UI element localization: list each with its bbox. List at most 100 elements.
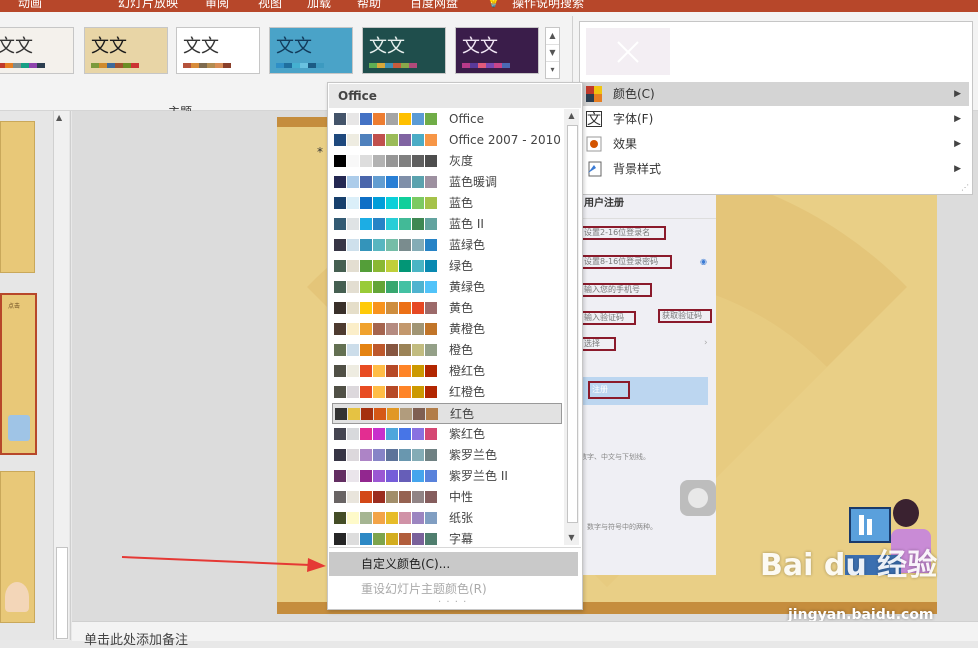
menu-item-colors[interactable]: 颜色(C) ▶ xyxy=(581,82,969,106)
color-scheme-item[interactable]: 蓝色 xyxy=(332,193,562,214)
color-swatches xyxy=(335,408,439,420)
scroll-thumb[interactable] xyxy=(567,125,578,523)
font-icon: 文 xyxy=(586,111,602,128)
color-scheme-item[interactable]: 黄绿色 xyxy=(332,277,562,298)
color-scheme-item[interactable]: 纸张 xyxy=(332,508,562,529)
color-palette-icon xyxy=(586,86,602,102)
color-scheme-label: 紫红色 xyxy=(449,427,486,441)
colors-menu-scrollbar[interactable]: ▲ ▼ xyxy=(564,109,579,545)
color-swatches xyxy=(334,365,438,377)
color-scheme-label: 橙红色 xyxy=(449,364,486,378)
baidu-watermark: Bai du 经验 xyxy=(760,548,938,583)
menu-item-label: 字体(F) xyxy=(613,112,654,126)
theme-thumbnail[interactable]: 文文 xyxy=(269,27,353,74)
color-scheme-item[interactable]: Office 2007 - 2010 xyxy=(332,130,562,151)
gallery-up-icon[interactable]: ▲ xyxy=(546,28,559,45)
notes-pane[interactable]: 单击此处添加备注 xyxy=(72,621,978,648)
password-field[interactable]: 设置8-16位登录密码 xyxy=(580,255,672,269)
color-scheme-item[interactable]: 黄橙色 xyxy=(332,319,562,340)
color-swatches xyxy=(334,197,438,209)
verification-code-field[interactable]: 输入验证码 xyxy=(580,311,636,325)
color-scheme-label: 蓝色暖调 xyxy=(449,175,498,189)
color-scheme-label: 黄色 xyxy=(449,301,474,315)
color-scheme-item[interactable]: 中性 xyxy=(332,487,562,508)
color-scheme-label: 橙色 xyxy=(449,343,474,357)
slide-thumbnail-selected[interactable]: 点击 xyxy=(0,293,37,455)
scroll-up-icon[interactable]: ▲ xyxy=(56,113,62,122)
theme-color-bar xyxy=(91,63,139,68)
divider xyxy=(580,218,716,219)
hint-text: 数字、中文与下划线。 xyxy=(580,453,650,461)
slide-thumbnail[interactable] xyxy=(0,471,35,623)
theme-color-bar xyxy=(462,63,510,68)
scroll-thumb[interactable] xyxy=(56,547,68,639)
thumbnail-scrollbar[interactable]: ▲ xyxy=(53,111,69,640)
color-scheme-label: 黄橙色 xyxy=(449,322,486,336)
theme-thumbnail[interactable]: 文文 xyxy=(455,27,539,74)
tab-slideshow[interactable]: 幻灯片放映 xyxy=(118,0,178,11)
tab-addins[interactable]: 加载 xyxy=(307,0,331,11)
gallery-down-icon[interactable]: ▼ xyxy=(546,45,559,62)
tab-review[interactable]: 审阅 xyxy=(205,0,229,11)
color-swatches xyxy=(334,470,438,482)
theme-thumbnail[interactable]: 文文 xyxy=(176,27,260,74)
custom-colors-button[interactable]: 自定义颜色(C)... xyxy=(329,552,578,576)
color-scheme-item[interactable]: 蓝绿色 xyxy=(332,235,562,256)
theme-thumbnail-text: 文文 xyxy=(91,36,127,57)
color-scheme-item[interactable]: Office xyxy=(332,109,562,130)
scroll-down-icon[interactable]: ▼ xyxy=(564,531,579,545)
color-scheme-item[interactable]: 紫红色 xyxy=(332,424,562,445)
select-field[interactable]: 选择 xyxy=(580,337,616,351)
tell-me-search[interactable]: 操作说明搜索 xyxy=(512,0,584,11)
resize-grip-icon[interactable]: · · · · xyxy=(438,597,467,608)
color-scheme-label: Office xyxy=(449,112,485,126)
theme-thumbnail-text: 文文 xyxy=(0,36,33,57)
color-scheme-item[interactable]: 橙红色 xyxy=(332,361,562,382)
theme-color-bar xyxy=(183,63,231,68)
menu-item-fonts[interactable]: 文 字体(F) ▶ xyxy=(581,107,969,131)
person-illustration-icon xyxy=(5,582,29,612)
theme-thumbnail[interactable]: 文文 xyxy=(84,27,168,74)
color-scheme-item[interactable]: 蓝色 II xyxy=(332,214,562,235)
variant-preview-thumbnail[interactable] xyxy=(586,28,670,75)
tab-animation[interactable]: 动画 xyxy=(18,0,42,11)
submenu-arrow-icon: ▶ xyxy=(954,139,961,149)
phone-number-field[interactable]: 输入您的手机号 xyxy=(580,283,652,297)
color-scheme-item[interactable]: 紫罗兰色 II xyxy=(332,466,562,487)
color-scheme-item[interactable]: 绿色 xyxy=(332,256,562,277)
color-scheme-label: Office 2007 - 2010 xyxy=(449,133,561,147)
submenu-arrow-icon: ▶ xyxy=(954,89,961,99)
color-scheme-item[interactable]: 红色 xyxy=(332,403,562,424)
color-swatches xyxy=(334,512,438,524)
menu-item-background-styles[interactable]: 背景样式 ▶ xyxy=(581,157,969,181)
color-scheme-label: 绿色 xyxy=(449,259,474,273)
submenu-arrow-icon: ▶ xyxy=(954,164,961,174)
tab-help[interactable]: 帮助 xyxy=(357,0,381,11)
resize-grip-icon[interactable]: ⋰ xyxy=(961,183,969,192)
color-scheme-item[interactable]: 灰度 xyxy=(332,151,562,172)
color-scheme-item[interactable]: 橙色 xyxy=(332,340,562,361)
username-field[interactable]: 设置2-16位登录名 xyxy=(580,226,666,240)
color-swatches xyxy=(334,155,438,167)
theme-thumbnail[interactable]: 文文 xyxy=(0,27,74,74)
gallery-scroll[interactable]: ▲ ▼ ▾ xyxy=(545,27,560,79)
slide-thumbnail[interactable] xyxy=(0,121,35,273)
color-swatches xyxy=(334,386,438,398)
menu-item-effects[interactable]: 效果 ▶ xyxy=(581,132,969,156)
get-code-button[interactable]: 获取验证码 xyxy=(658,309,712,323)
theme-thumbnail[interactable]: 文文 xyxy=(362,27,446,74)
color-scheme-item[interactable]: 红橙色 xyxy=(332,382,562,403)
color-scheme-label: 红色 xyxy=(450,407,475,421)
color-scheme-item[interactable]: 紫罗兰色 xyxy=(332,445,562,466)
color-scheme-item[interactable]: 蓝色暖调 xyxy=(332,172,562,193)
color-scheme-item[interactable]: 黄色 xyxy=(332,298,562,319)
tab-view[interactable]: 视图 xyxy=(258,0,282,11)
gallery-more-icon[interactable]: ▾ xyxy=(546,62,559,78)
eye-icon[interactable]: ◉ xyxy=(700,257,707,266)
tab-baidu-netdisk[interactable]: 百度网盘 xyxy=(410,0,458,11)
color-swatches xyxy=(334,344,438,356)
register-button[interactable]: 注册 xyxy=(588,381,630,399)
color-swatches xyxy=(334,323,438,335)
menu-separator xyxy=(329,547,581,548)
scroll-up-icon[interactable]: ▲ xyxy=(564,109,579,123)
